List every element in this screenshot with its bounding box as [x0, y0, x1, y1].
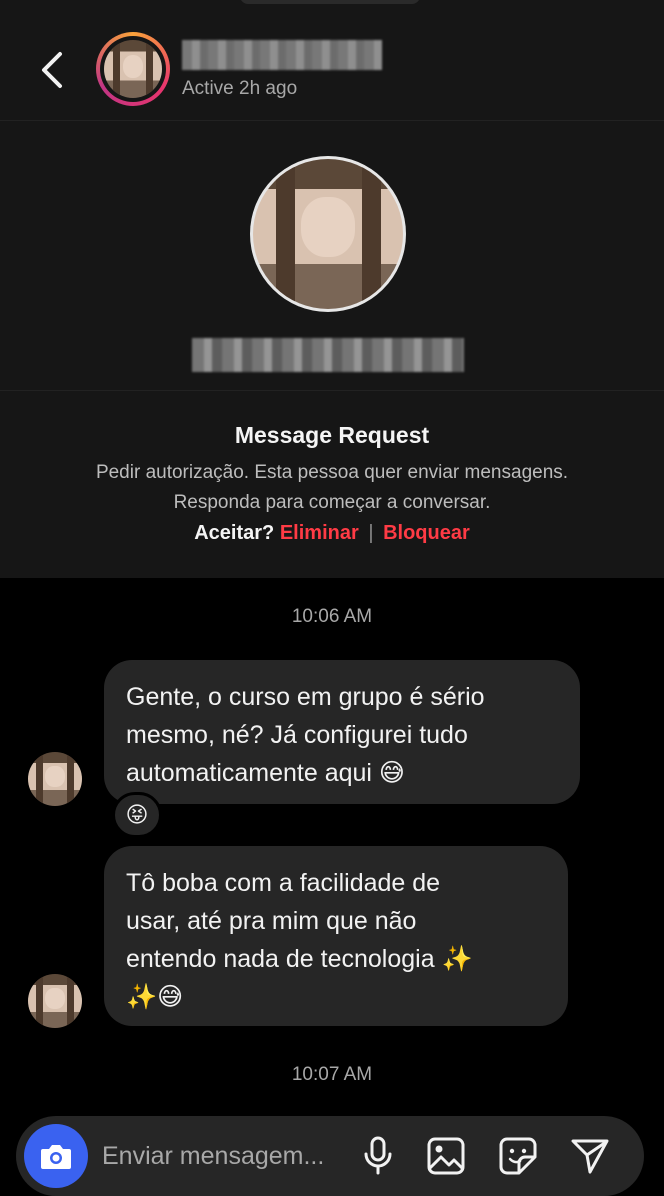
send-button[interactable]	[568, 1134, 612, 1178]
block-link[interactable]: Bloquear	[383, 522, 470, 544]
microphone-icon	[364, 1136, 392, 1175]
camera-icon	[41, 1145, 71, 1169]
delete-link[interactable]: Eliminar	[280, 522, 359, 544]
active-status: Active 2h ago	[182, 78, 298, 99]
description-line-2: Responda para começar a conversar.	[173, 492, 491, 513]
message-reaction[interactable]: 😝	[112, 792, 162, 838]
timestamp: 10:07 AM	[291, 1064, 373, 1085]
header-avatar[interactable]	[96, 32, 170, 106]
send-icon	[571, 1139, 609, 1174]
avatar-photo	[28, 752, 82, 806]
message-bubble[interactable]: Tô boba com a facilidade de usar, até pr…	[104, 846, 568, 1026]
avatar-photo	[28, 974, 82, 1028]
timestamp: 10:06 AM	[291, 606, 373, 627]
blurred-profile-name	[192, 338, 464, 372]
gallery-icon	[427, 1137, 465, 1175]
message-composer	[16, 1116, 644, 1196]
avatar-photo	[104, 40, 162, 98]
gallery-button[interactable]	[424, 1134, 468, 1178]
message-request-description: Pedir autorização. Esta pessoa quer envi…	[0, 458, 664, 518]
sender-avatar[interactable]	[28, 752, 82, 806]
profile-avatar[interactable]	[250, 156, 406, 312]
message-request-actions: Aceitar? Eliminar | Bloquear	[0, 522, 664, 545]
back-button[interactable]	[30, 44, 74, 96]
accept-link[interactable]: Aceitar?	[194, 522, 274, 544]
divider	[0, 390, 664, 391]
chat-header: Active 2h ago	[0, 0, 664, 121]
message-input[interactable]	[102, 1136, 372, 1176]
voice-message-button[interactable]	[356, 1134, 400, 1178]
conversation-header-area: Active 2h ago Message Request Pedir auto…	[0, 0, 664, 578]
back-arrow-icon	[42, 52, 62, 88]
message-bubble[interactable]: Gente, o curso em grupo é sério mesmo, n…	[104, 660, 580, 804]
message-request-title: Message Request	[234, 422, 430, 448]
sender-avatar[interactable]	[28, 974, 82, 1028]
blurred-username[interactable]	[182, 40, 382, 70]
sticker-icon	[499, 1137, 537, 1175]
action-separator: |	[368, 522, 374, 544]
sticker-button[interactable]	[496, 1134, 540, 1178]
profile-photo	[253, 159, 403, 309]
camera-button[interactable]	[24, 1124, 88, 1188]
description-line-1: Pedir autorização. Esta pessoa quer envi…	[95, 462, 569, 483]
